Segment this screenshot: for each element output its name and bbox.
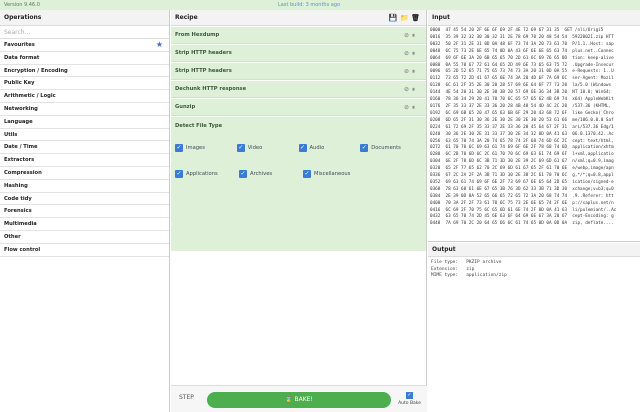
option-audio[interactable]: ✓ Audio (298, 144, 361, 152)
checkbox-icon[interactable]: ✓ (303, 170, 311, 178)
category-item[interactable]: Multimedia (0, 218, 169, 231)
output-panel: Output File type: PKZIP archive Extension… (428, 243, 640, 412)
category-list: Favourites ★ Data format Encryption / Encod… (0, 39, 169, 257)
recipe-title: Recipe (175, 14, 198, 21)
hourglass-icon: ⌛ (285, 396, 295, 403)
operations-panel: Operations Search... Favourites ★ Data for… (0, 10, 170, 412)
last-build-text[interactable]: Last build: 3 months ago (278, 0, 340, 10)
checkbox-icon[interactable]: ✓ (298, 144, 307, 152)
checkbox-icon[interactable]: ✓ (175, 144, 183, 152)
category-item[interactable]: Data format (0, 52, 169, 65)
recipe-panel: Recipe 💾 📁 🗑 From Hexdump ⊘⏸ Strip HTTP he… (171, 10, 427, 412)
folder-icon[interactable]: 📁 (400, 14, 409, 22)
recipe-step-detect-file-type[interactable]: Detect File Type ✓ Images ✓ Video ✓ Audio ✓… (171, 117, 426, 251)
bake-bar: STEP ⌛ BAKE! ✓ Auto Bake (171, 385, 427, 412)
category-item[interactable]: Utils (0, 129, 169, 142)
version-banner: Version 9.46.0 Last build: 3 months ago (0, 0, 640, 10)
auto-bake-toggle[interactable]: ✓ Auto Bake (398, 392, 421, 406)
category-item[interactable]: Favourites ★ (0, 39, 169, 52)
recipe-step[interactable]: Strip HTTP headers ⊘⏸ (171, 63, 426, 80)
detect-options-row-2: ✓ Applications ✓ Archives ✓ Miscellaneous (175, 161, 422, 187)
save-icon[interactable]: 💾 (389, 14, 398, 22)
step-controls-icon[interactable]: ⊘⏸ (404, 81, 418, 98)
option-documents[interactable]: ✓ Documents (360, 144, 422, 152)
category-item[interactable]: Forensics (0, 205, 169, 219)
category-item[interactable]: Flow control (0, 244, 169, 257)
output-text[interactable]: File type: PKZIP archive Extension: zip MI… (428, 257, 640, 283)
category-item[interactable]: Arithmetic / Logic (0, 90, 169, 103)
recipe-step[interactable]: Gunzip ⊘⏸ (171, 99, 426, 116)
bake-button[interactable]: ⌛ BAKE! (207, 392, 391, 408)
checkbox-icon[interactable]: ✓ (360, 144, 369, 152)
input-textarea[interactable]: 0000 47 45 54 20 2F 6E 6F 69 2F 4E 72 69… (428, 26, 640, 240)
category-item[interactable]: Encryption / Encoding (0, 65, 169, 78)
category-item[interactable]: Date / Time (0, 141, 169, 155)
output-title: Output (428, 243, 640, 257)
category-item[interactable]: Other (0, 231, 169, 244)
step-controls-icon[interactable]: ⊘⏸ (404, 27, 418, 44)
checkbox-icon[interactable]: ✓ (175, 170, 183, 178)
version-text: Version 9.46.0 (4, 2, 40, 8)
option-images[interactable]: ✓ Images (175, 144, 237, 152)
checkbox-icon[interactable]: ✓ (406, 392, 414, 399)
step-controls-icon[interactable]: ⊘⏸ (404, 63, 418, 80)
recipe-step[interactable]: Strip HTTP headers ⊘⏸ (171, 45, 426, 62)
recipe-step[interactable]: From Hexdump ⊘⏸ (171, 27, 426, 44)
category-item[interactable]: Hashing (0, 180, 169, 193)
option-applications[interactable]: ✓ Applications (175, 170, 239, 178)
category-item[interactable]: Code tidy (0, 193, 169, 206)
input-title: Input (428, 10, 640, 26)
star-icon: ★ (155, 40, 163, 49)
output-line: MIME type: application/zip (431, 273, 507, 279)
category-item[interactable]: Language (0, 116, 169, 129)
recipe-tools: 💾 📁 🗑 (389, 10, 420, 26)
category-item[interactable]: Networking (0, 103, 169, 116)
input-panel: Input 0000 47 45 54 20 2F 6E 6F 69 2F 4E… (428, 10, 640, 242)
trash-icon[interactable]: 🗑 (411, 14, 420, 22)
category-item[interactable]: Public Key (0, 77, 169, 91)
detect-options-row-1: ✓ Images ✓ Video ✓ Audio ✓ Documents (175, 135, 422, 161)
option-video[interactable]: ✓ Video (236, 144, 299, 152)
recipe-steps: From Hexdump ⊘⏸ Strip HTTP headers ⊘⏸ Strip … (171, 27, 426, 116)
option-archives[interactable]: ✓ Archives (239, 170, 303, 178)
category-item[interactable]: Compression (0, 167, 169, 180)
operations-title: Operations (0, 10, 169, 26)
option-miscellaneous[interactable]: ✓ Miscellaneous (303, 170, 367, 178)
recipe-header: Recipe 💾 📁 🗑 (171, 10, 426, 26)
search-input[interactable]: Search... (0, 26, 169, 39)
output-line: File type: PKZIP archive (431, 260, 502, 265)
step-controls-icon[interactable]: ⊘⏸ (404, 99, 418, 116)
checkbox-icon[interactable]: ✓ (239, 170, 247, 178)
checkbox-icon[interactable]: ✓ (236, 144, 245, 152)
category-item[interactable]: Extractors (0, 154, 169, 167)
step-button[interactable]: STEP (179, 394, 194, 401)
step-controls-icon[interactable]: ⊘⏸ (404, 45, 418, 62)
detect-title: Detect File Type (175, 123, 223, 129)
recipe-step[interactable]: Dechunk HTTP response ⊘⏸ (171, 81, 426, 98)
